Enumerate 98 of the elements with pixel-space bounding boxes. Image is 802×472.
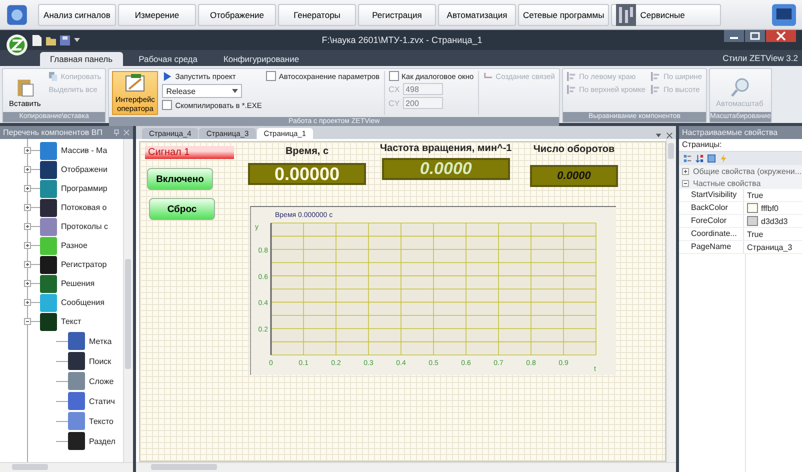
property-value[interactable]: Страница_3	[747, 242, 792, 252]
property-name: ForeColor	[679, 215, 744, 227]
property-name: BackColor	[679, 202, 744, 214]
toolbar-button[interactable]: Регистрация	[358, 4, 436, 26]
toolbar-button[interactable]: Измерение	[118, 4, 196, 26]
control-button[interactable]: Сброс	[149, 198, 215, 220]
display-label: Число оборотов	[533, 144, 615, 155]
ribbon-tab[interactable]: Конфигурирование	[213, 52, 310, 66]
app-logo-icon[interactable]	[6, 4, 28, 26]
expander-icon[interactable]	[24, 242, 31, 249]
value-display: 0.0000	[530, 165, 618, 187]
expander-icon[interactable]	[24, 280, 31, 287]
property-name: Coordinate...	[679, 228, 744, 240]
link-icon	[484, 72, 493, 81]
play-icon	[163, 72, 172, 81]
toolbar-button[interactable]: Автоматизация	[438, 4, 516, 26]
toolbar-button[interactable]: Сетевые программы	[518, 4, 610, 26]
tree-item[interactable]: Разное	[61, 241, 88, 250]
expander-icon[interactable]	[24, 147, 31, 154]
ribbon-tab[interactable]: Рабочая среда	[128, 52, 208, 66]
style-menu[interactable]: Стили ZETView 3.2	[722, 53, 798, 63]
categorized-icon[interactable]	[683, 154, 692, 163]
tree-item[interactable]: Решения	[61, 279, 95, 288]
save-icon[interactable]	[60, 34, 70, 46]
expander-icon[interactable]	[682, 168, 689, 174]
caret-icon	[232, 89, 238, 93]
align-icon	[567, 72, 576, 81]
property-name: PageName	[679, 241, 744, 253]
caret-icon[interactable]	[74, 38, 80, 42]
tree-item[interactable]: Сообщения	[61, 298, 104, 307]
close-icon[interactable]	[766, 30, 796, 42]
signal-indicator: Сигнал 1	[145, 146, 234, 159]
panel-title: Настраиваемые свойства	[682, 128, 778, 137]
copy-icon	[48, 72, 58, 81]
display-label: Время, с	[285, 146, 329, 157]
tree-item[interactable]: Тексто	[89, 416, 114, 426]
property-pages-icon[interactable]	[707, 154, 716, 163]
expander-icon[interactable]	[24, 318, 31, 325]
cx-label: CX	[388, 84, 401, 94]
panel-title: Перечень компонентов ВП	[3, 128, 102, 137]
open-folder-icon[interactable]	[46, 34, 56, 46]
tree-item[interactable]: Массив - Ма	[61, 146, 108, 155]
magnifier-icon	[730, 77, 750, 97]
minimize-icon[interactable]	[724, 30, 744, 42]
clipboard-icon	[14, 77, 35, 97]
expander-icon[interactable]	[24, 299, 31, 306]
window-title: F:\наука 2601\МТУ-1.zvx - Страница_1	[320, 35, 484, 45]
tree-item[interactable]: Статич	[89, 396, 115, 406]
value-display: 0.0000	[382, 158, 510, 180]
maximize-icon[interactable]	[745, 30, 765, 42]
horizontal-scrollbar[interactable]	[0, 462, 133, 472]
toolbar-button[interactable]: Сервисные	[611, 4, 722, 26]
tree-item[interactable]: Текст	[61, 317, 82, 326]
tree-item[interactable]: Протоколы с	[61, 222, 108, 231]
tree-item[interactable]: Регистратор	[61, 260, 107, 269]
expander-icon[interactable]	[24, 166, 31, 173]
expander-icon[interactable]	[24, 223, 31, 230]
tree-item[interactable]: Потоковая о	[61, 203, 107, 212]
control-button[interactable]: Включено	[147, 168, 213, 190]
new-file-icon[interactable]	[32, 34, 42, 46]
horizontal-scrollbar[interactable]	[136, 462, 676, 472]
tree-item[interactable]: Программир	[61, 184, 108, 193]
display-label: Частота вращения, мин^-1	[380, 143, 512, 154]
category-label: Общие свойства (окружени...	[693, 166, 802, 176]
configuration-dropdown[interactable]: Release	[162, 84, 242, 98]
align-icon	[567, 85, 576, 94]
expander-icon[interactable]	[682, 180, 689, 186]
property-value[interactable]: True	[747, 230, 764, 238]
vertical-scrollbar[interactable]	[123, 139, 133, 462]
cy-label: CY	[388, 98, 401, 108]
property-value[interactable]: d3d3d3	[761, 216, 788, 226]
toolbar-button[interactable]: Анализ сигналов	[38, 4, 116, 26]
window-design-icon	[125, 73, 146, 93]
tree-item[interactable]: Раздел	[89, 436, 116, 446]
tree-item[interactable]: Отображени	[61, 165, 108, 174]
vertical-scrollbar[interactable]	[666, 139, 676, 462]
property-value[interactable]: True	[747, 190, 764, 200]
app-orb-icon[interactable]	[6, 34, 28, 56]
expander-icon[interactable]	[24, 204, 31, 211]
toolbar-button[interactable]: Отображение	[198, 4, 276, 26]
sort-icon[interactable]	[695, 154, 704, 163]
align-icon	[651, 72, 660, 81]
value-display: 0.00000	[248, 163, 366, 185]
tree-item[interactable]: Сложе	[89, 376, 114, 386]
category-label: Частные свойства	[693, 178, 761, 188]
monitor-icon[interactable]	[772, 4, 796, 26]
expander-icon[interactable]	[24, 185, 31, 192]
property-value[interactable]: fffbf0	[761, 204, 778, 212]
toolbar-button[interactable]: Генераторы	[278, 4, 356, 26]
close-icon[interactable]	[666, 132, 673, 139]
expander-icon[interactable]	[24, 261, 31, 268]
tools-icon	[616, 4, 636, 26]
tree-item[interactable]: Поиск	[89, 356, 112, 366]
align-icon	[651, 85, 660, 94]
caret-icon[interactable]	[655, 132, 662, 139]
ribbon-tab[interactable]: Главная панель	[40, 52, 123, 66]
tree-item[interactable]: Метка	[89, 336, 112, 346]
property-name: StartVisibility	[679, 189, 744, 201]
